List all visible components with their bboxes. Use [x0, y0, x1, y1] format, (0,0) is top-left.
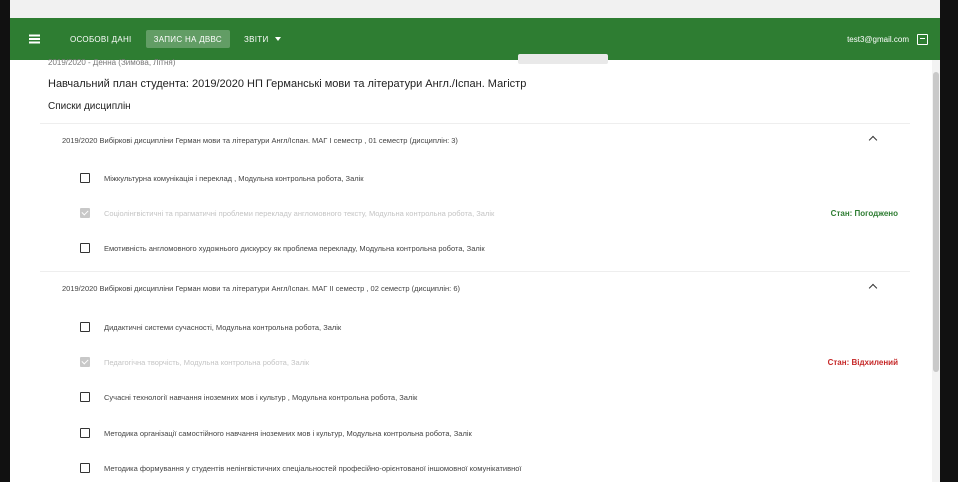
main-content: 2019/2020 - Денна (Зимова, Літня) Навчал… — [40, 54, 910, 482]
section-title: 2019/2020 Вибіркові дисципліни Герман мо… — [62, 136, 458, 145]
user-email: test3@gmail.com — [847, 34, 909, 44]
menu-icon[interactable] — [22, 27, 46, 51]
item-label: Емотивність англомовного художнього диск… — [104, 243, 485, 253]
plan-title: Навчальний план студента: 2019/2020 НП Г… — [48, 78, 527, 90]
checkbox[interactable] — [80, 322, 90, 332]
item-label: Сучасні технології навчання іноземних мо… — [104, 392, 418, 402]
nav-enroll[interactable]: Запис на ДВВС — [145, 30, 230, 48]
item-label: Дидактичні системи сучасності, Модульна … — [104, 322, 342, 332]
browser-strip — [10, 0, 940, 18]
item-label: Міжкультурна комунікація і переклад , Мо… — [104, 173, 364, 183]
checkbox — [80, 357, 90, 367]
list-item: Методика формування у студентів нелінгві… — [40, 458, 910, 478]
status-badge: Стан: Відхилений — [827, 357, 898, 367]
list-item: Педагогічна творчість, Модульна контроль… — [40, 352, 910, 372]
left-border — [0, 0, 10, 482]
section-title: 2019/2020 Вибіркові дисципліни Герман мо… — [62, 284, 461, 293]
section-header-semester-2[interactable]: 2019/2020 Вибіркові дисципліни Герман мо… — [40, 271, 910, 305]
list-item: Дидактичні системи сучасності, Модульна … — [40, 317, 910, 337]
checkbox[interactable] — [80, 243, 90, 253]
list-item: Сучасні технології навчання іноземних мо… — [40, 387, 910, 407]
item-label: Педагогічна творчість, Модульна контроль… — [104, 357, 310, 367]
tooltip-placeholder — [518, 54, 608, 64]
item-label: Методика формування у студентів нелінгві… — [104, 463, 522, 473]
checkbox[interactable] — [80, 392, 90, 402]
checkbox[interactable] — [80, 173, 90, 183]
checkbox[interactable] — [80, 463, 90, 473]
nav-reports[interactable]: Звіти — [236, 30, 289, 48]
chevron-up-icon[interactable] — [868, 135, 878, 145]
nav-reports-label: Звіти — [244, 34, 269, 44]
logout-icon[interactable] — [917, 33, 928, 45]
right-border — [940, 0, 958, 482]
nav-personal-data[interactable]: Особові дані — [62, 30, 140, 48]
semester-form-label: 2019/2020 - Денна (Зимова, Літня) — [48, 58, 176, 67]
user-area: test3@gmail.com — [847, 33, 928, 45]
item-label: Соціолінгвістичні та прагматичні проблем… — [104, 208, 495, 218]
scrollbar-thumb[interactable] — [933, 72, 939, 372]
status-badge: Стан: Погоджено — [830, 208, 898, 218]
item-label: Методика організації самостійного навчан… — [104, 428, 472, 438]
chevron-up-icon[interactable] — [868, 283, 878, 293]
app-window: Особові дані Запис на ДВВС Звіти test3@g… — [10, 0, 940, 482]
list-item: Соціолінгвістичні та прагматичні проблем… — [40, 203, 910, 223]
list-item: Емотивність англомовного художнього диск… — [40, 238, 910, 258]
section-header-semester-1[interactable]: 2019/2020 Вибіркові дисципліни Герман мо… — [40, 123, 910, 157]
checkbox — [80, 208, 90, 218]
scrollbar[interactable] — [932, 60, 940, 482]
list-item: Міжкультурна комунікація і переклад , Мо… — [40, 168, 910, 188]
chevron-down-icon — [274, 37, 281, 41]
app-bar: Особові дані Запис на ДВВС Звіти test3@g… — [10, 18, 940, 60]
list-item: Методика організації самостійного навчан… — [40, 423, 910, 443]
checkbox[interactable] — [80, 428, 90, 438]
lists-title: Списки дисциплін — [48, 101, 131, 112]
